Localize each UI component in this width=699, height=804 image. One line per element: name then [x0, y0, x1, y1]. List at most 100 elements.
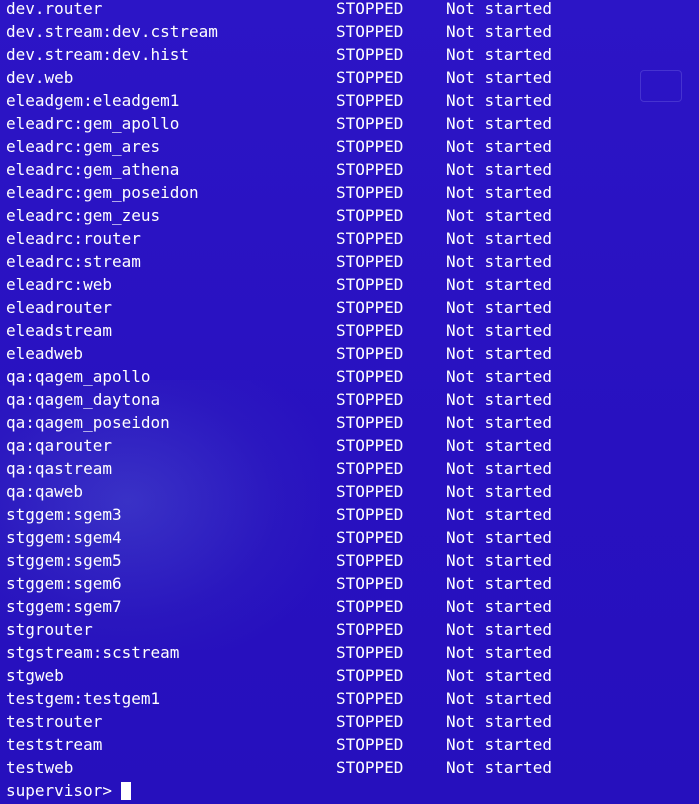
process-name: stgrouter: [6, 620, 93, 639]
process-state: STOPPED: [336, 551, 404, 570]
process-name: eleadrc:web: [6, 275, 112, 294]
process-name: stggem:sgem6: [6, 574, 122, 593]
process-description: Not started: [446, 22, 552, 41]
process-state: STOPPED: [336, 620, 404, 639]
process-state: STOPPED: [336, 344, 404, 363]
process-description: Not started: [446, 114, 552, 133]
process-row: eleadrc:gem_poseidon STOPPED Not started: [6, 181, 696, 204]
process-state: STOPPED: [336, 22, 404, 41]
process-row: testweb STOPPED Not started: [6, 756, 696, 779]
process-description: Not started: [446, 390, 552, 409]
process-name: qa:qaweb: [6, 482, 84, 501]
process-description: Not started: [446, 597, 552, 616]
process-row: stggem:sgem7 STOPPED Not started: [6, 595, 696, 618]
process-description: Not started: [446, 643, 552, 662]
process-name: qa:qagem_poseidon: [6, 413, 170, 432]
process-state: STOPPED: [336, 643, 404, 662]
process-state: STOPPED: [336, 666, 404, 685]
process-row: stggem:sgem5 STOPPED Not started: [6, 549, 696, 572]
process-state: STOPPED: [336, 137, 404, 156]
process-row: eleadrc:web STOPPED Not started: [6, 273, 696, 296]
process-description: Not started: [446, 68, 552, 87]
process-row: dev.stream:dev.cstream STOPPED Not started: [6, 20, 696, 43]
process-state: STOPPED: [336, 758, 404, 777]
process-row: stgweb STOPPED Not started: [6, 664, 696, 687]
process-name: stggem:sgem4: [6, 528, 122, 547]
process-state: STOPPED: [336, 712, 404, 731]
process-description: Not started: [446, 344, 552, 363]
process-name: dev.router: [6, 0, 103, 18]
process-state: STOPPED: [336, 45, 404, 64]
process-name: eleadweb: [6, 344, 84, 363]
process-description: Not started: [446, 321, 552, 340]
process-description: Not started: [446, 91, 552, 110]
process-description: Not started: [446, 689, 552, 708]
process-description: Not started: [446, 528, 552, 547]
process-state: STOPPED: [336, 252, 404, 271]
process-description: Not started: [446, 482, 552, 501]
process-state: STOPPED: [336, 367, 404, 386]
process-row: qa:qarouter STOPPED Not started: [6, 434, 696, 457]
process-name: testgem:testgem1: [6, 689, 161, 708]
process-state: STOPPED: [336, 183, 404, 202]
process-state: STOPPED: [336, 482, 404, 501]
process-row: dev.stream:dev.hist STOPPED Not started: [6, 43, 696, 66]
process-state: STOPPED: [336, 436, 404, 455]
process-state: STOPPED: [336, 528, 404, 547]
process-row: eleadrc:gem_ares STOPPED Not started: [6, 135, 696, 158]
process-row: eleadrc:gem_athena STOPPED Not started: [6, 158, 696, 181]
process-description: Not started: [446, 275, 552, 294]
process-state: STOPPED: [336, 298, 404, 317]
process-description: Not started: [446, 758, 552, 777]
process-name: stggem:sgem7: [6, 597, 122, 616]
process-name: qa:qagem_apollo: [6, 367, 151, 386]
process-name: testrouter: [6, 712, 103, 731]
process-row: stggem:sgem6 STOPPED Not started: [6, 572, 696, 595]
process-row: eleadrc:router STOPPED Not started: [6, 227, 696, 250]
process-description: Not started: [446, 160, 552, 179]
process-status-list: dev.router STOPPED Not started dev.stream:d…: [6, 0, 696, 779]
process-state: STOPPED: [336, 68, 404, 87]
process-row: qa:qagem_apollo STOPPED Not started: [6, 365, 696, 388]
process-row: qa:qagem_daytona STOPPED Not started: [6, 388, 696, 411]
process-name: qa:qarouter: [6, 436, 112, 455]
command-prompt-line[interactable]: supervisor>: [6, 779, 131, 802]
process-row: teststream STOPPED Not started: [6, 733, 696, 756]
process-row: stgstream:scstream STOPPED Not started: [6, 641, 696, 664]
process-row: testrouter STOPPED Not started: [6, 710, 696, 733]
process-name: eleadgem:eleadgem1: [6, 91, 180, 110]
process-state: STOPPED: [336, 206, 404, 225]
process-description: Not started: [446, 712, 552, 731]
process-state: STOPPED: [336, 91, 404, 110]
process-state: STOPPED: [336, 0, 404, 18]
process-row: eleadrc:stream STOPPED Not started: [6, 250, 696, 273]
process-description: Not started: [446, 666, 552, 685]
process-description: Not started: [446, 505, 552, 524]
process-description: Not started: [446, 413, 552, 432]
terminal-window[interactable]: dev.router STOPPED Not started dev.stream:d…: [0, 0, 699, 804]
process-state: STOPPED: [336, 735, 404, 754]
process-name: eleadrc:gem_apollo: [6, 114, 180, 133]
process-description: Not started: [446, 459, 552, 478]
process-name: eleadrc:gem_zeus: [6, 206, 161, 225]
process-description: Not started: [446, 367, 552, 386]
process-name: stgweb: [6, 666, 64, 685]
process-row: eleadrc:gem_apollo STOPPED Not started: [6, 112, 696, 135]
prompt-label: supervisor>: [6, 781, 112, 800]
process-row: eleadgem:eleadgem1 STOPPED Not started: [6, 89, 696, 112]
process-row: stggem:sgem3 STOPPED Not started: [6, 503, 696, 526]
process-row: eleadstream STOPPED Not started: [6, 319, 696, 342]
process-name: dev.stream:dev.cstream: [6, 22, 218, 41]
process-row: testgem:testgem1 STOPPED Not started: [6, 687, 696, 710]
process-row: qa:qastream STOPPED Not started: [6, 457, 696, 480]
process-name: eleadrc:gem_athena: [6, 160, 180, 179]
process-name: testweb: [6, 758, 74, 777]
process-name: eleadrouter: [6, 298, 112, 317]
process-state: STOPPED: [336, 160, 404, 179]
process-row: dev.web STOPPED Not started: [6, 66, 696, 89]
process-row: stgrouter STOPPED Not started: [6, 618, 696, 641]
process-name: dev.stream:dev.hist: [6, 45, 190, 64]
process-name: stgstream:scstream: [6, 643, 180, 662]
process-description: Not started: [446, 620, 552, 639]
process-description: Not started: [446, 574, 552, 593]
